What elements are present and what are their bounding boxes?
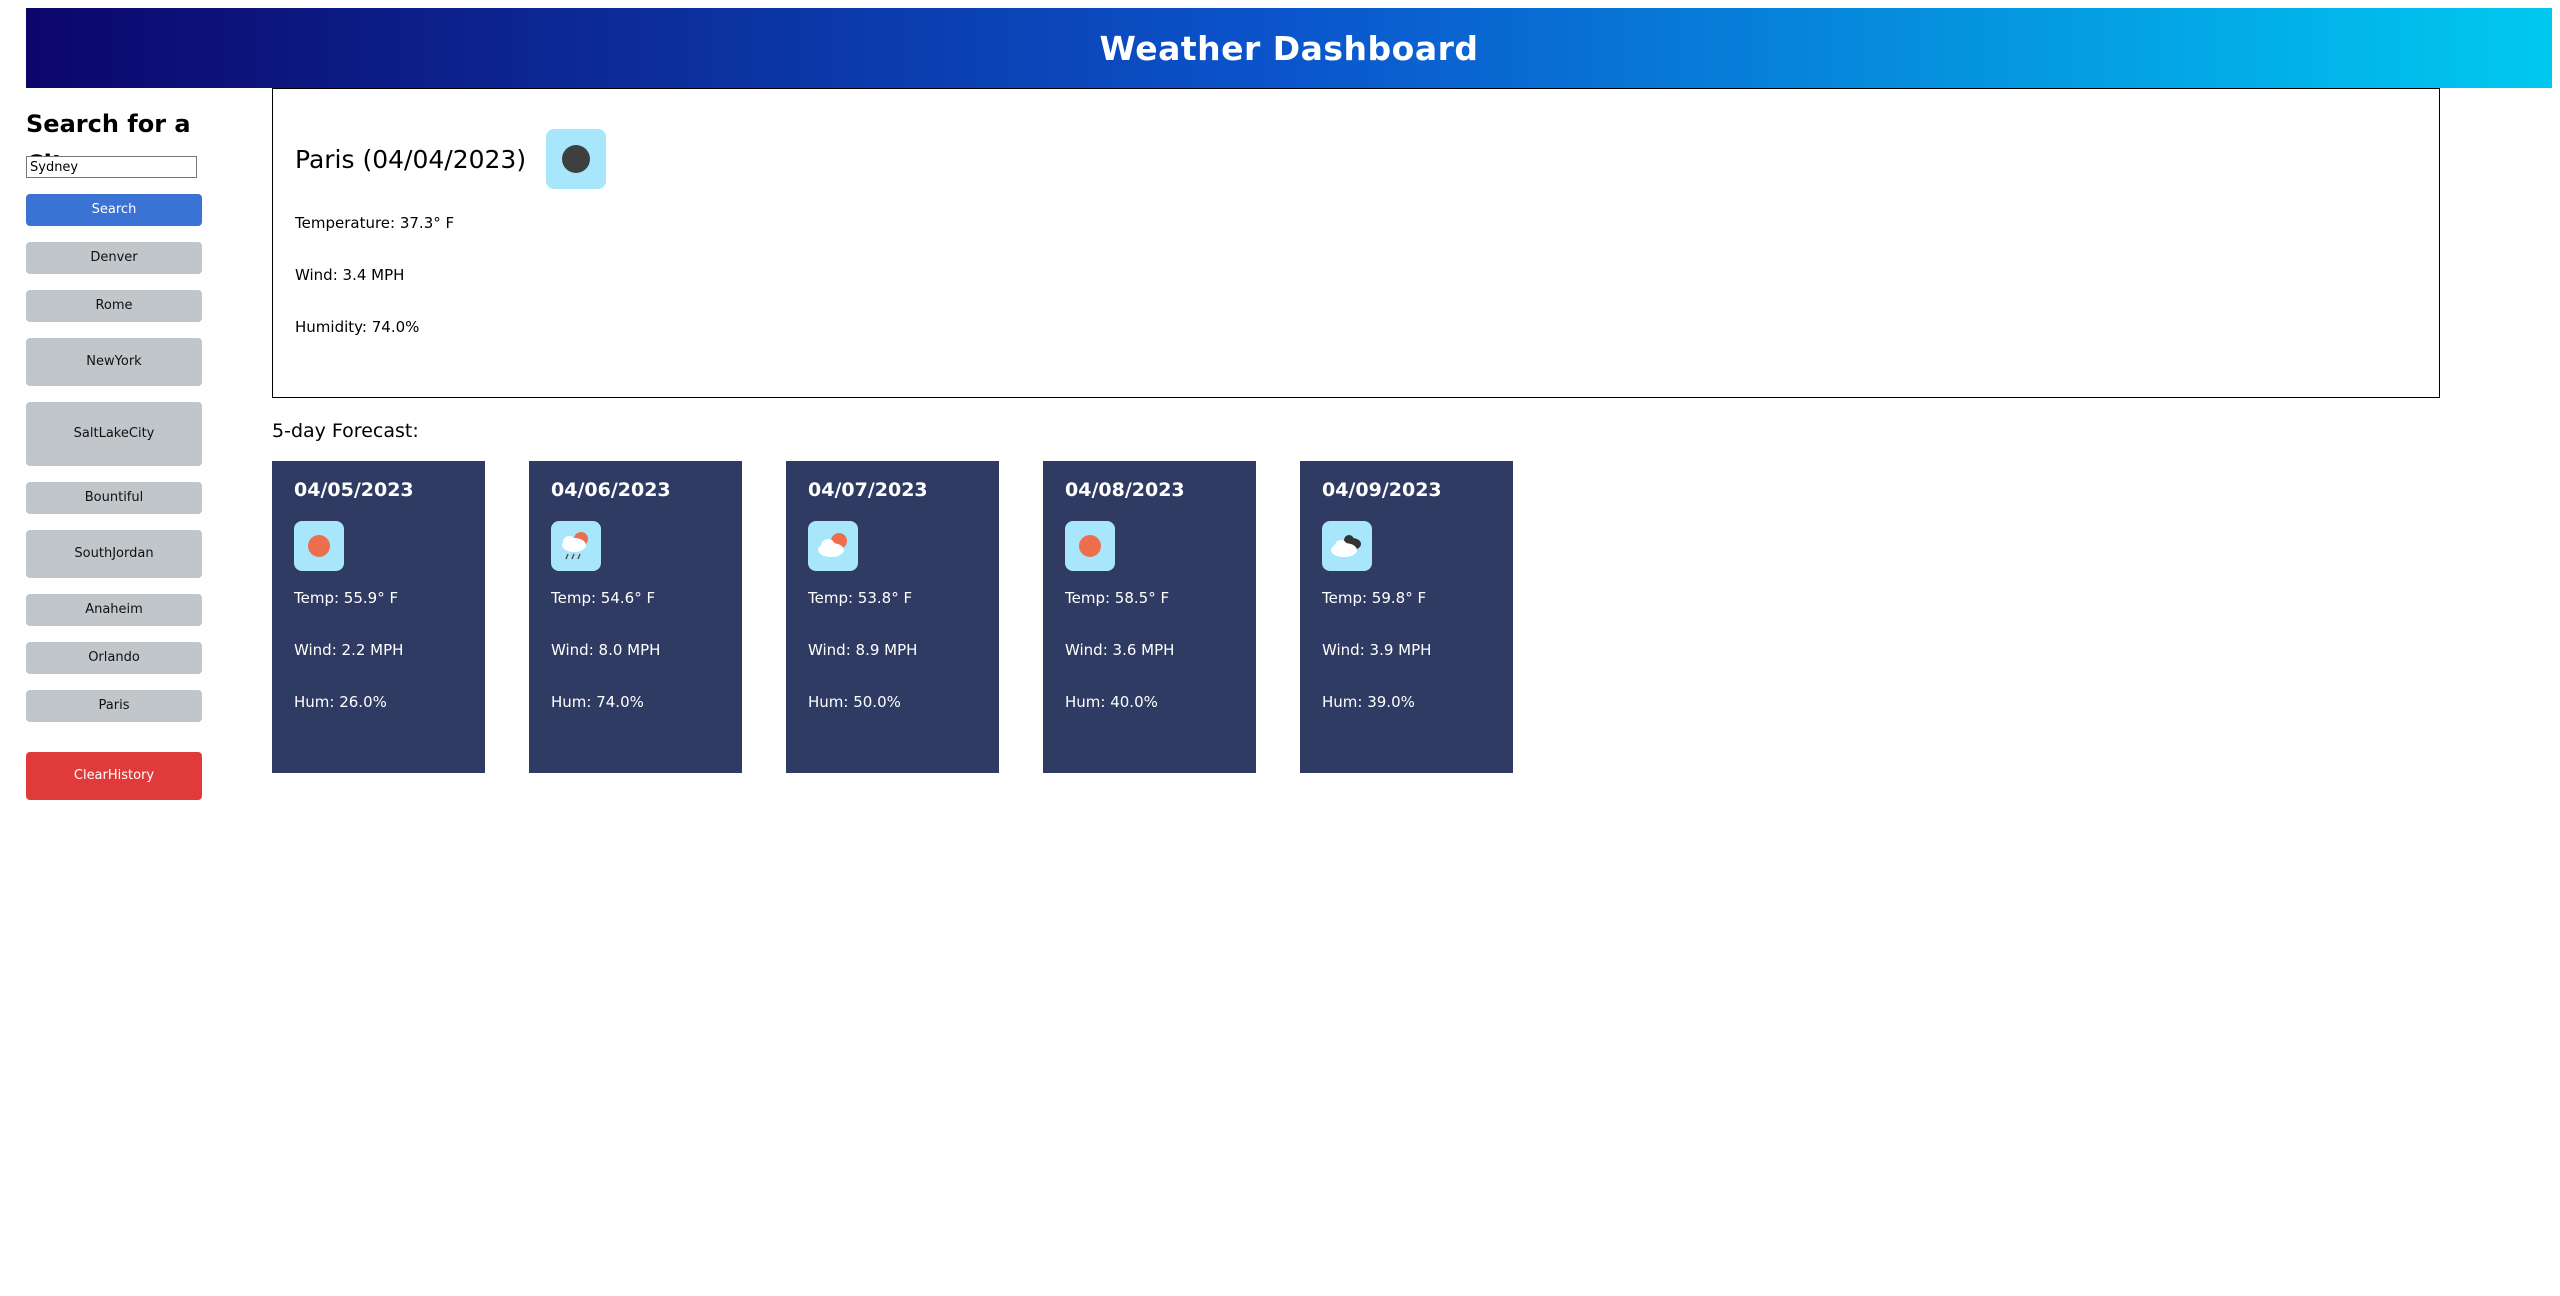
history-city-label: Anaheim <box>85 602 143 617</box>
dark-circle-icon <box>546 129 607 189</box>
forecast-card: 04/08/2023 Temp: 58.5° F Wind: 3.6 MPH Hum:… <box>1043 461 1256 773</box>
rain-sun-icon <box>551 521 601 571</box>
forecast-title: 5-day Forecast: <box>272 420 419 442</box>
sun-icon <box>294 521 344 571</box>
history-city-button[interactable]: Denver <box>26 242 202 274</box>
dark-clouds-icon <box>1322 521 1372 571</box>
city-search-input[interactable] <box>26 156 197 178</box>
forecast-temp: Temp: 55.9° F <box>294 589 399 607</box>
history-city-button[interactable]: South Jordan <box>26 530 202 578</box>
forecast-card: 04/06/2023 Temp: 54.6° F Wind: 8.0 MPH Hum:… <box>529 461 742 773</box>
current-weather-header: Paris (04/04/2023) <box>295 129 607 189</box>
forecast-date: 04/09/2023 <box>1322 479 1442 501</box>
clear-history-label: Clear <box>73 768 108 783</box>
forecast-wind: Wind: 2.2 MPH <box>294 641 404 659</box>
clear-history-button[interactable]: Clear History <box>26 752 202 800</box>
history-city-button[interactable]: Rome <box>26 290 202 322</box>
history-city-label: City <box>128 426 155 441</box>
history-city-label: South <box>74 546 113 561</box>
forecast-card: 04/07/2023 Temp: 53.8° F Wind: 8.9 MPH Hum:… <box>786 461 999 773</box>
current-humidity: Humidity: 74.0% <box>295 318 420 336</box>
history-city-button[interactable]: Salt Lake City <box>26 402 202 466</box>
history-city-label: Bountiful <box>84 490 144 505</box>
forecast-humidity: Hum: 50.0% <box>808 693 901 711</box>
forecast-humidity: Hum: 74.0% <box>551 693 644 711</box>
forecast-humidity: Hum: 39.0% <box>1322 693 1415 711</box>
history-city-button[interactable]: Orlando <box>26 642 202 674</box>
history-city-label: Denver <box>90 250 138 265</box>
forecast-card: 04/09/2023 Temp: 59.8° F Wind: 3.9 MPH Hum:… <box>1300 461 1513 773</box>
forecast-date: 04/06/2023 <box>551 479 671 501</box>
history-city-button[interactable]: Anaheim <box>26 594 202 626</box>
forecast-temp: Temp: 53.8° F <box>808 589 913 607</box>
forecast-date: 04/08/2023 <box>1065 479 1185 501</box>
sidebar: Search for a City: Search Denver Rome NewY… <box>26 104 246 800</box>
search-heading: Search for a City: <box>26 110 191 178</box>
forecast-temp: Temp: 59.8° F <box>1322 589 1427 607</box>
forecast-date: 04/05/2023 <box>294 479 414 501</box>
current-weather-panel: Paris (04/04/2023) Temperature: 37.3° F … <box>272 88 2440 398</box>
history-city-label: Salt <box>73 426 99 441</box>
history-city-button[interactable]: Bountiful <box>26 482 202 514</box>
forecast-temp: Temp: 54.6° F <box>551 589 656 607</box>
sun-icon <box>1065 521 1115 571</box>
forecast-wind: Wind: 8.0 MPH <box>551 641 661 659</box>
history-city-label: Orlando <box>88 650 140 665</box>
forecast-temp: Temp: 58.5° F <box>1065 589 1170 607</box>
current-city-date: Paris (04/04/2023) <box>295 144 527 174</box>
clear-history-label: History <box>107 768 155 783</box>
page-header: Weather Dashboard <box>26 8 2552 88</box>
history-city-label: Rome <box>95 298 133 313</box>
forecast-wind: Wind: 3.9 MPH <box>1322 641 1432 659</box>
history-city-label: Paris <box>98 698 130 713</box>
forecast-humidity: Hum: 26.0% <box>294 693 387 711</box>
history-city-label: York <box>114 354 142 369</box>
forecast-wind: Wind: 8.9 MPH <box>808 641 918 659</box>
history-city-label: Lake <box>98 426 129 441</box>
current-wind: Wind: 3.4 MPH <box>295 266 405 284</box>
history-city-button[interactable]: Paris <box>26 690 202 722</box>
forecast-humidity: Hum: 40.0% <box>1065 693 1158 711</box>
history-city-button[interactable]: New York <box>26 338 202 386</box>
forecast-wind: Wind: 3.6 MPH <box>1065 641 1175 659</box>
partly-cloudy-icon <box>808 521 858 571</box>
current-temperature: Temperature: 37.3° F <box>295 214 455 232</box>
forecast-card: 04/05/2023 Temp: 55.9° F Wind: 2.2 MPH Hum:… <box>272 461 485 773</box>
history-city-label: Jordan <box>112 546 154 561</box>
forecast-date: 04/07/2023 <box>808 479 928 501</box>
page-title: Weather Dashboard <box>1099 28 1479 68</box>
history-city-label: New <box>86 354 115 369</box>
search-button[interactable]: Search <box>26 194 202 226</box>
